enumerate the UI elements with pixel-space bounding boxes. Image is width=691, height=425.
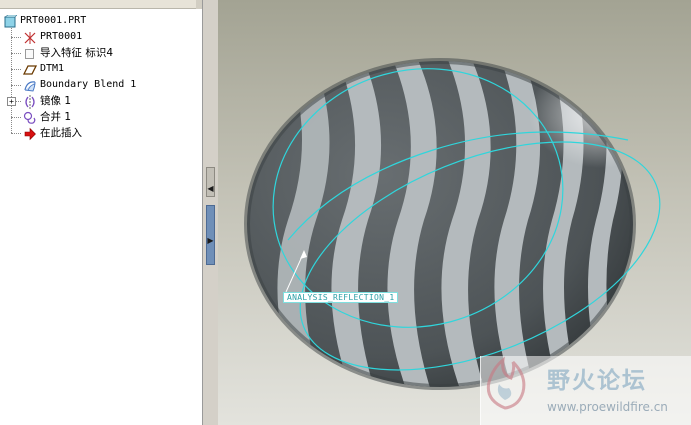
tree-item-label: 在此插入	[40, 126, 82, 139]
model-tree-header	[0, 0, 202, 9]
merge-icon	[23, 110, 37, 124]
graphics-viewport[interactable]: ANALYSIS_REFLECTION_1 野火论坛 www.proewildf…	[218, 0, 691, 425]
tree-item-label: 导入特征 标识4	[40, 46, 114, 59]
flame-logo-icon	[486, 356, 526, 410]
tree-connector	[11, 85, 21, 86]
insert-here-arrow-icon	[23, 126, 37, 140]
mirror-icon	[23, 94, 37, 109]
tree-item-label: 镜像 1	[40, 94, 72, 107]
tree-connector	[11, 37, 21, 38]
tree-item-label: DTM1	[40, 62, 65, 74]
tree-item-import-feature[interactable]: 导入特征 标识4	[23, 45, 113, 60]
model-tree-panel: PRT0001.PRT PRT0001 导入特征 标识4 DTM1 Bounda…	[0, 0, 203, 425]
tree-item-boundary-blend[interactable]: Boundary Blend 1	[23, 77, 136, 92]
watermark-title: 野火论坛	[547, 368, 647, 394]
tree-item-csys[interactable]: PRT0001	[23, 29, 82, 44]
coordinate-system-icon	[23, 30, 37, 44]
datum-plane-icon	[22, 62, 38, 76]
tree-item-insert-here[interactable]: 在此插入	[23, 125, 82, 140]
watermark-url: www.proewildfire.cn	[547, 400, 668, 414]
expand-panel-handle[interactable]	[206, 205, 215, 265]
tree-root-label: PRT0001.PRT	[20, 14, 87, 26]
tree-root-part[interactable]: PRT0001.PRT	[3, 13, 86, 28]
tree-item-mirror[interactable]: 镜像 1	[23, 93, 72, 109]
tree-item-label: PRT0001	[40, 30, 83, 42]
tree-item-dtm1[interactable]: DTM1	[22, 61, 65, 76]
tree-connector	[11, 53, 21, 54]
tree-item-merge[interactable]: 合并 1	[23, 109, 71, 124]
boundary-blend-icon	[23, 78, 37, 92]
panel-splitter[interactable]: ◀ ▶	[203, 0, 218, 425]
tree-connector	[16, 101, 21, 102]
tree-connector	[11, 69, 21, 70]
tree-connector	[11, 133, 21, 134]
tree-item-label: 合并 1	[40, 110, 72, 123]
expand-right-icon: ▶	[207, 236, 214, 245]
collapse-left-icon: ◀	[207, 184, 214, 193]
analysis-reflection-label[interactable]: ANALYSIS_REFLECTION_1	[283, 292, 399, 303]
tree-connector	[11, 117, 21, 118]
import-feature-icon	[23, 46, 37, 60]
tree-item-label: Boundary Blend 1	[40, 78, 137, 90]
tree-expand-toggle[interactable]: +	[7, 97, 16, 106]
forum-watermark: 野火论坛 www.proewildfire.cn	[480, 356, 691, 425]
part-icon	[3, 14, 18, 28]
